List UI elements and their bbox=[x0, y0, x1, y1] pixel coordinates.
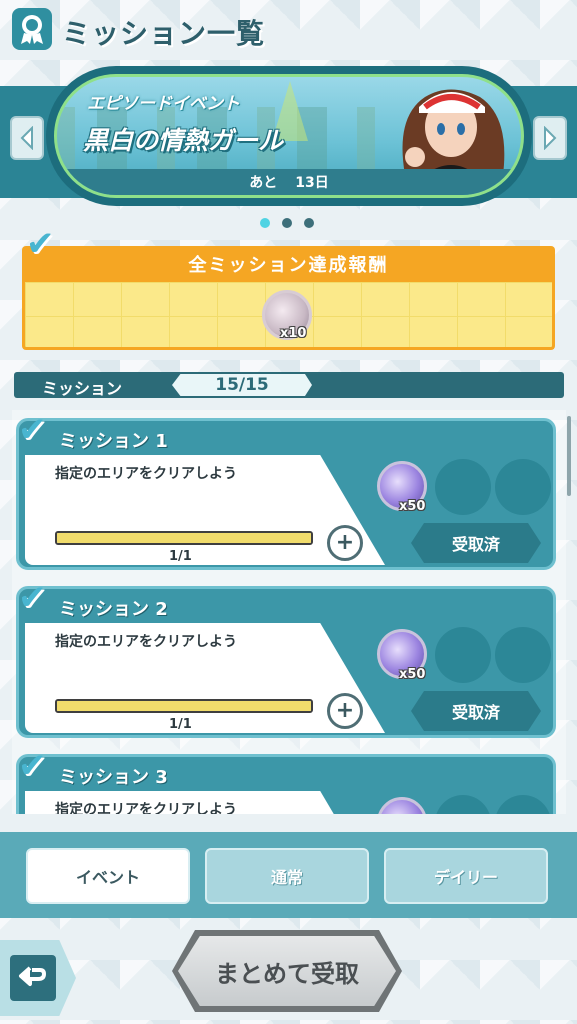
remaining-value: 13日 bbox=[295, 175, 329, 191]
tab-bar: イベント 通常 デイリー bbox=[0, 832, 577, 918]
mission-description: 指定のエリアをクリアしよう bbox=[55, 466, 237, 482]
check-icon: ✔ bbox=[26, 224, 55, 264]
mission-card: ミッション 1 指定のエリアをクリアしよう 1/1 + x50 受取済 bbox=[16, 418, 556, 570]
empty-reward-slot bbox=[435, 627, 491, 683]
page-title: ミッション一覧 bbox=[62, 17, 266, 50]
banner-title: 黒白の情熱ガール bbox=[83, 126, 284, 155]
mission-progress-bar bbox=[55, 531, 313, 545]
mission-card: ミッション 2 指定のエリアをクリアしよう 1/1 + x50 受取済 bbox=[16, 586, 556, 738]
pager-dot[interactable] bbox=[260, 218, 270, 228]
medal-icon bbox=[12, 8, 52, 50]
mission-title: ミッション 3 bbox=[59, 767, 168, 788]
empty-reward-slot bbox=[495, 795, 551, 814]
mission-title: ミッション 1 bbox=[59, 431, 168, 452]
gem-icon[interactable] bbox=[377, 797, 427, 814]
tab-normal[interactable]: 通常 bbox=[205, 848, 369, 904]
plus-icon[interactable]: + bbox=[327, 525, 363, 561]
mission-card: ミッション 3 指定のエリアをクリアしよう bbox=[16, 754, 556, 814]
check-icon: ✔ bbox=[18, 746, 47, 786]
empty-reward-slot bbox=[495, 459, 551, 515]
mission-progress-text: 1/1 bbox=[169, 717, 192, 732]
mission-section-progress: 15/15 bbox=[172, 374, 312, 396]
mission-section-label: ミッション bbox=[42, 379, 123, 398]
mission-list[interactable]: ミッション 1 指定のエリアをクリアしよう 1/1 + x50 受取済 ミッショ… bbox=[12, 410, 566, 814]
pager-dot[interactable] bbox=[304, 218, 314, 228]
banner-prev-button[interactable] bbox=[10, 116, 44, 160]
all-mission-reward-header: 全ミッション達成報酬 bbox=[22, 246, 555, 282]
tab-event[interactable]: イベント bbox=[26, 848, 190, 904]
all-mission-reward-panel: 全ミッション達成報酬 x10 bbox=[22, 246, 555, 350]
reward-count: x50 bbox=[399, 499, 426, 514]
banner-subtitle: エピソードイベント bbox=[87, 94, 240, 114]
mission-progress-bar bbox=[55, 699, 313, 713]
empty-reward-slot bbox=[495, 627, 551, 683]
progress-fill bbox=[57, 701, 311, 711]
progress-fill bbox=[57, 533, 311, 543]
banner-next-button[interactable] bbox=[533, 116, 567, 160]
reward-count: x50 bbox=[399, 667, 426, 682]
banner-pager bbox=[260, 218, 314, 228]
collect-all-button[interactable]: まとめて受取 bbox=[172, 930, 402, 1012]
collect-all-label: まとめて受取 bbox=[178, 936, 396, 1006]
check-icon: ✔ bbox=[18, 410, 47, 450]
mission-section-bar: ミッション 15/15 bbox=[14, 372, 564, 398]
pager-dot[interactable] bbox=[282, 218, 292, 228]
empty-reward-slot bbox=[435, 795, 491, 814]
plus-icon[interactable]: + bbox=[327, 693, 363, 729]
back-arrow-icon bbox=[10, 955, 56, 1001]
tab-daily[interactable]: デイリー bbox=[384, 848, 548, 904]
scrollbar[interactable] bbox=[567, 416, 571, 496]
reward-count: x10 bbox=[280, 326, 307, 341]
empty-reward-slot bbox=[435, 459, 491, 515]
claimed-button[interactable]: 受取済 bbox=[411, 523, 541, 563]
character-portrait bbox=[402, 89, 505, 175]
mission-description: 指定のエリアをクリアしよう bbox=[55, 802, 237, 814]
remaining-label: あと bbox=[249, 175, 278, 191]
mission-progress-text: 1/1 bbox=[169, 549, 192, 564]
claimed-button[interactable]: 受取済 bbox=[411, 691, 541, 731]
check-icon: ✔ bbox=[18, 578, 47, 618]
mission-title: ミッション 2 bbox=[59, 599, 168, 620]
mission-description: 指定のエリアをクリアしよう bbox=[55, 634, 237, 650]
event-banner[interactable]: エピソードイベント 黒白の情熱ガール あと 13日 bbox=[54, 74, 524, 198]
header: ミッション一覧 bbox=[0, 0, 577, 60]
banner-remaining: あと 13日 bbox=[57, 169, 521, 195]
